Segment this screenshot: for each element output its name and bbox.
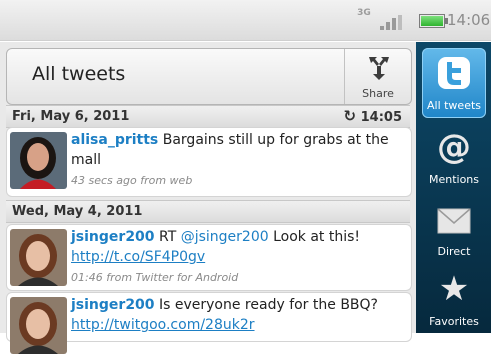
side-tab-bar: All tweets @ Mentions Direct ★ Favorites xyxy=(416,42,491,333)
tweet-link[interactable]: http://twitgoo.com/28uk2r xyxy=(71,317,255,333)
last-refresh-time: 14:05 xyxy=(360,110,402,125)
tweet-body: jsinger200 RT @jsinger200 Look at this! … xyxy=(71,227,405,288)
tab-label: Favorites xyxy=(429,315,479,328)
tweet-username[interactable]: jsinger200 xyxy=(71,297,155,313)
star-icon: ★ xyxy=(438,269,470,309)
share-label: Share xyxy=(362,87,394,100)
tweet-body: alisa_pritts Bargains still up for grabs… xyxy=(71,130,405,191)
date-label: Fri, May 6, 2011 xyxy=(12,109,130,124)
at-sign-icon: @ xyxy=(437,127,471,167)
tweet-username[interactable]: alisa_pritts xyxy=(71,132,158,148)
share-icon xyxy=(369,57,389,80)
tab-label: Mentions xyxy=(428,173,480,186)
status-time: 14:06 xyxy=(447,11,491,29)
avatar xyxy=(10,132,67,189)
tweet-item[interactable]: alisa_pritts Bargains still up for grabs… xyxy=(6,127,412,197)
share-button[interactable]: Share xyxy=(344,49,411,104)
date-separator: Fri, May 6, 2011 ↻ 14:05 xyxy=(6,105,410,128)
avatar xyxy=(10,229,67,286)
tweet-link[interactable]: http://t.co/SF4P0gv xyxy=(71,249,205,265)
envelope-icon xyxy=(437,208,471,234)
tab-all-tweets[interactable]: All tweets xyxy=(422,48,486,118)
date-label: Wed, May 4, 2011 xyxy=(12,204,143,219)
refresh-icon: ↻ xyxy=(343,107,357,125)
tweet-username[interactable]: jsinger200 xyxy=(71,229,155,245)
tweet-meta: 43 secs ago from web xyxy=(71,174,193,187)
tweet-body: jsinger200 Is everyone ready for the BBQ… xyxy=(71,295,405,335)
tweet-text: Look at this! xyxy=(273,229,361,245)
status-bar: 3G 14:06 xyxy=(0,0,491,41)
tab-label: All tweets xyxy=(426,99,482,112)
tweet-text-prefix: RT xyxy=(159,229,177,245)
tweet-mention[interactable]: @jsinger200 xyxy=(181,229,269,245)
signal-icon xyxy=(380,14,410,30)
battery-icon xyxy=(419,14,448,28)
avatar xyxy=(10,297,67,354)
tweet-meta: 01:46 from Twitter for Android xyxy=(71,271,239,284)
twitter-bird-icon xyxy=(438,57,470,89)
refresh-button[interactable]: ↻ 14:05 xyxy=(344,106,403,128)
network-type: 3G xyxy=(357,8,371,18)
date-separator: Wed, May 4, 2011 xyxy=(6,200,410,223)
tab-label: Direct xyxy=(437,245,471,258)
tweet-item[interactable]: jsinger200 RT @jsinger200 Look at this! … xyxy=(6,224,412,291)
tweet-text: Is everyone ready for the BBQ? xyxy=(159,297,378,313)
tab-favorites[interactable]: ★ Favorites xyxy=(422,264,486,334)
tab-direct[interactable]: Direct xyxy=(422,194,486,264)
list-header: All tweets Share xyxy=(6,48,412,105)
page-title: All tweets xyxy=(32,63,126,85)
tweet-item[interactable]: jsinger200 Is everyone ready for the BBQ… xyxy=(6,292,412,354)
tweet-list-area: All tweets Share Fri, May 6, 2011 ↻ 14:0… xyxy=(0,42,416,354)
tab-mentions[interactable]: @ Mentions xyxy=(422,122,486,192)
